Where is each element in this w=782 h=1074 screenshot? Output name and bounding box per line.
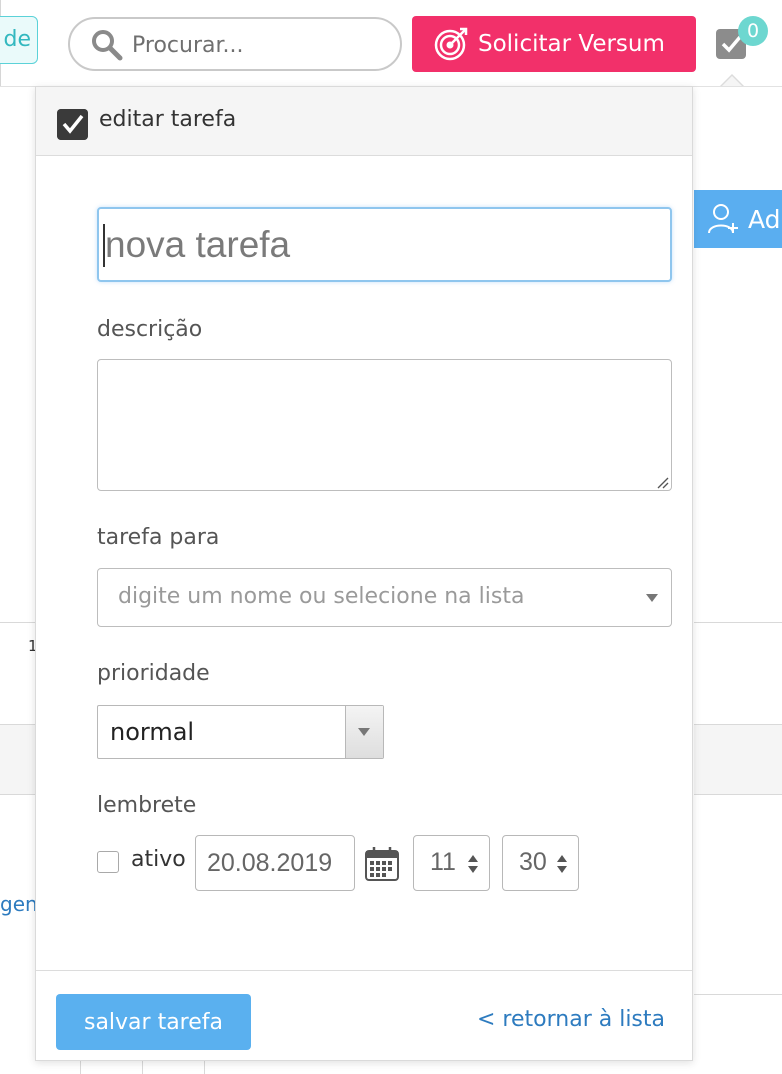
reminder-minute-stepper[interactable]: 30 <box>502 835 579 891</box>
assignee-label: tarefa para <box>97 525 220 550</box>
back-to-list-link[interactable]: < retornar à lista <box>477 1007 665 1032</box>
table-header-strip <box>0 724 36 794</box>
assignee-placeholder: digite um nome ou selecione na lista <box>118 584 525 609</box>
tasks-count-badge: 0 <box>738 16 768 46</box>
edit-task-panel: editar tarefa descrição tarefa para digi… <box>35 86 693 1061</box>
popover-caret <box>722 76 742 86</box>
divider <box>36 970 692 971</box>
search-icon <box>92 30 123 61</box>
search-box[interactable] <box>68 17 402 71</box>
reminder-active-checkbox[interactable] <box>97 851 119 873</box>
add-user-icon <box>708 204 738 234</box>
divider <box>0 794 36 795</box>
search-input[interactable] <box>130 27 384 63</box>
description-label: descrição <box>97 317 203 342</box>
task-name-input[interactable] <box>97 207 672 282</box>
nav-pill[interactable]: de <box>0 16 38 64</box>
assignee-select[interactable]: digite um nome ou selecione na lista <box>97 568 672 627</box>
panel-header: editar tarefa <box>36 87 692 156</box>
request-versum-button[interactable]: Solicitar Versum <box>412 16 696 72</box>
divider <box>694 622 782 623</box>
divider <box>694 994 782 995</box>
reminder-hour-stepper[interactable]: 11 <box>413 835 490 891</box>
divider <box>142 1060 143 1074</box>
chevron-down-icon <box>358 728 370 736</box>
text-cursor <box>103 224 105 267</box>
priority-value: normal <box>110 718 195 746</box>
target-icon <box>434 27 468 61</box>
description-textarea[interactable] <box>97 359 672 491</box>
spin-up-icon[interactable] <box>468 855 478 862</box>
top-bar: de Solicitar Versum 0 <box>0 0 782 87</box>
save-task-button[interactable]: salvar tarefa <box>56 994 251 1050</box>
checkbox-checked-icon <box>57 109 88 140</box>
reminder-active-label: ativo <box>131 847 186 872</box>
calendar-icon[interactable] <box>363 845 401 883</box>
priority-dropdown-button[interactable] <box>345 706 383 758</box>
divider <box>80 1060 81 1074</box>
chevron-down-icon <box>646 594 658 602</box>
divider <box>694 794 782 795</box>
divider <box>0 622 36 623</box>
background-link[interactable]: gen <box>0 892 38 916</box>
resize-grip-icon[interactable] <box>653 473 669 489</box>
reminder-date-input[interactable] <box>195 835 355 891</box>
divider <box>0 724 36 725</box>
add-client-button[interactable]: Ad <box>694 190 782 248</box>
reminder-hour-value: 11 <box>430 848 456 876</box>
spin-up-icon[interactable] <box>557 855 567 862</box>
priority-select[interactable]: normal <box>97 705 384 759</box>
panel-title: editar tarefa <box>99 107 237 132</box>
request-versum-label: Solicitar Versum <box>478 31 665 57</box>
add-client-label: Ad <box>748 204 781 234</box>
reminder-label: lembrete <box>97 793 197 818</box>
priority-label: prioridade <box>97 661 210 686</box>
divider <box>694 724 782 725</box>
reminder-minute-value: 30 <box>519 848 547 876</box>
spin-down-icon[interactable] <box>468 866 478 873</box>
table-header-strip <box>694 724 782 794</box>
spin-down-icon[interactable] <box>557 866 567 873</box>
divider <box>204 1060 205 1074</box>
